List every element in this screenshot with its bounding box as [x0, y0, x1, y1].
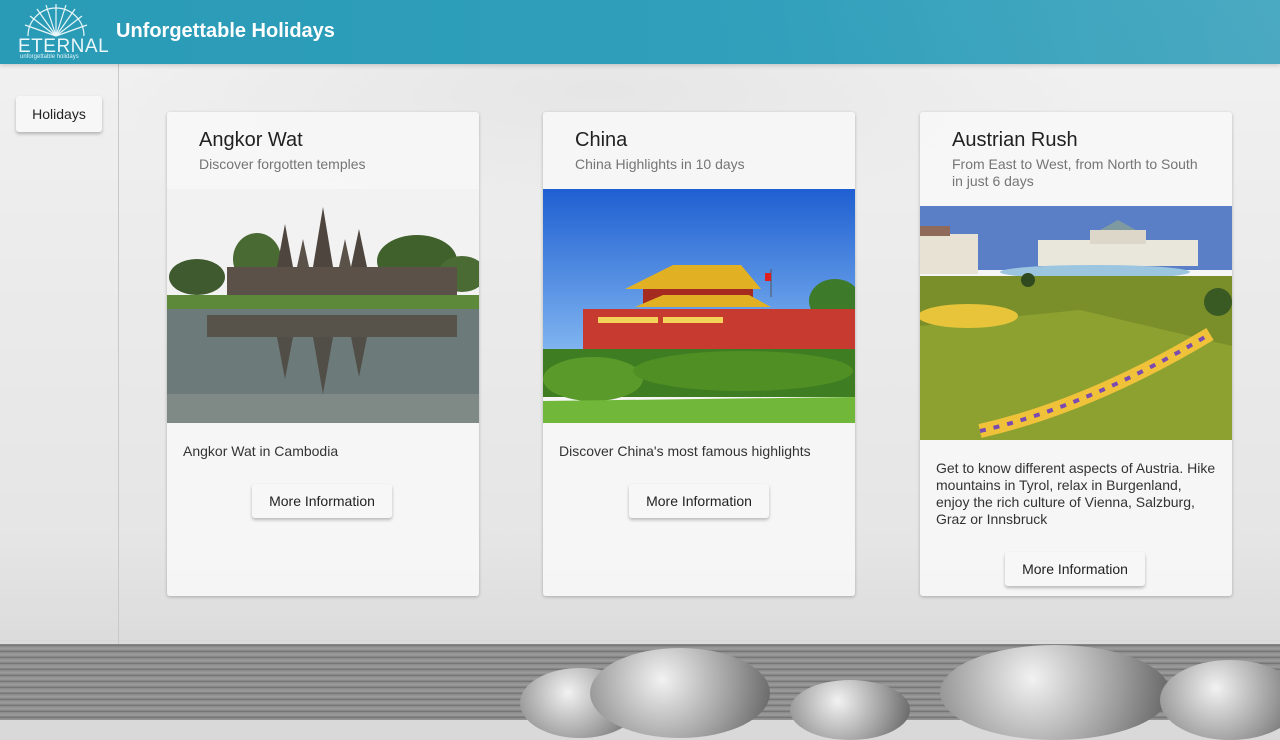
card-description: Angkor Wat in Cambodia — [183, 443, 339, 459]
card-subtitle: China Highlights in 10 days — [575, 156, 745, 172]
app-title: Unforgettable Holidays — [116, 20, 335, 42]
card-subtitle: From East to West, from North to South i… — [952, 156, 1198, 189]
more-information-button[interactable]: More Information — [252, 484, 392, 518]
tiananmen-gate-image — [543, 189, 855, 423]
card-title: China — [575, 129, 628, 151]
background-rock — [790, 680, 910, 740]
background-rock — [940, 645, 1170, 740]
holiday-card-china: China China Highlights in 10 days Discov… — [543, 112, 855, 596]
app-header: ETERNAL unforgettable holidays Unforgett… — [0, 0, 1280, 64]
sidebar-divider — [118, 64, 119, 644]
card-title: Angkor Wat — [199, 129, 303, 151]
holidays-nav-button[interactable]: Holidays — [16, 96, 102, 132]
more-information-button[interactable]: More Information — [629, 484, 769, 518]
holiday-card-austrian-rush: Austrian Rush From East to West, from No… — [920, 112, 1232, 596]
card-title: Austrian Rush — [952, 129, 1078, 151]
background-rock — [590, 648, 770, 738]
holiday-card-angkor-wat: Angkor Wat Discover forgotten temples An… — [167, 112, 479, 596]
angkor-wat-image — [167, 189, 479, 423]
logo-tagline: unforgettable holidays — [20, 54, 79, 60]
card-description: Get to know different aspects of Austria… — [936, 460, 1216, 527]
belvedere-palace-image — [920, 206, 1232, 440]
card-subtitle: Discover forgotten temples — [199, 156, 366, 172]
more-information-button[interactable]: More Information — [1005, 552, 1145, 586]
background-rock — [1160, 660, 1280, 740]
card-description: Discover China's most famous highlights — [559, 443, 811, 459]
